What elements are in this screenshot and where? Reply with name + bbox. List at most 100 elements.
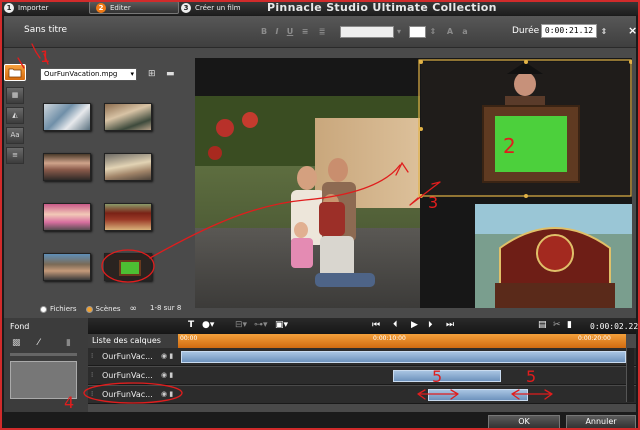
preview-image xyxy=(195,58,632,308)
text-tool-label: Aa xyxy=(10,131,20,139)
tab-label: Importer xyxy=(18,3,49,12)
shapes-menu-icon[interactable]: ●▾ xyxy=(202,320,214,330)
video-tool-button[interactable]: ▦ xyxy=(6,87,24,104)
arrange-menu-icon[interactable]: ⊶▾ xyxy=(254,320,268,330)
radio-fichiers[interactable] xyxy=(40,305,47,313)
scene-thumbnail[interactable] xyxy=(104,103,152,131)
folder-icon[interactable]: ▬ xyxy=(166,70,177,79)
scene-thumbnail[interactable] xyxy=(43,203,91,231)
tab-number: 2 xyxy=(96,2,106,13)
shapes-icon: ◭ xyxy=(12,111,18,119)
layer-menu-icon[interactable]: ▣▾ xyxy=(275,320,288,330)
underline-button[interactable]: U xyxy=(285,27,295,37)
file-select-value: OurFunVacation.mpg xyxy=(44,70,118,78)
radio-scenes-label: Scènes xyxy=(95,305,121,313)
text-tool-button[interactable]: Aa xyxy=(6,127,24,144)
step-forward-icon[interactable]: ⏵ xyxy=(428,320,433,330)
paste-icon[interactable]: ▤ xyxy=(538,320,547,330)
track-clip[interactable] xyxy=(393,370,501,382)
track-clip[interactable] xyxy=(181,351,626,363)
track-label: OurFunVac... xyxy=(102,371,153,380)
go-to-start-icon[interactable]: ⏮ xyxy=(372,320,380,330)
visibility-lock-icon[interactable]: ◉ ▮ xyxy=(161,352,173,360)
subtitle-tool-button[interactable]: ≡ xyxy=(6,147,24,164)
fond-slider[interactable] xyxy=(10,353,77,356)
video-preview[interactable] xyxy=(195,58,632,308)
fond-color-preview[interactable] xyxy=(10,361,77,399)
close-icon[interactable]: × xyxy=(628,24,637,37)
duration-input[interactable]: 0:00:21.12 xyxy=(541,24,597,38)
track-row[interactable]: ⁞ OurFunVac... ◉ ▮ xyxy=(88,386,636,404)
ruler-tick-label: 0:00:10:00 xyxy=(373,335,406,342)
green-screen-board xyxy=(119,260,141,276)
tab-label: Créer un film xyxy=(195,3,241,12)
timecode: 0:00:02.22 xyxy=(590,322,639,331)
scene-thumbnail[interactable] xyxy=(104,153,152,181)
view-options: Fichiers Scènes ∞ xyxy=(40,304,137,314)
text-tool-icon[interactable]: T xyxy=(188,320,194,330)
shapes-tool-button[interactable]: ◭ xyxy=(6,107,24,124)
bold-button[interactable]: B xyxy=(259,27,269,37)
radio-scenes[interactable] xyxy=(85,305,93,313)
track-row[interactable]: ⁞ OurFunVac... ◉ ▮ xyxy=(88,367,636,385)
tab-editer[interactable]: 2 Editer xyxy=(89,1,179,14)
visibility-lock-icon[interactable]: ◉ ▮ xyxy=(161,371,173,379)
step-back-icon[interactable]: ⏴ xyxy=(393,320,398,330)
video-icon: ▦ xyxy=(11,91,19,99)
layers-list-title: Liste des calques xyxy=(88,334,178,348)
font-select[interactable] xyxy=(340,26,394,38)
visibility-lock-icon[interactable]: ◉ ▮ xyxy=(161,390,173,398)
scene-thumbnail[interactable] xyxy=(104,203,152,231)
new-folder-icon[interactable]: ⊞ xyxy=(148,70,159,79)
timeline-ruler[interactable]: 00:00 0:00:10:00 0:00:20:00 xyxy=(178,334,626,348)
eyedropper-icon[interactable]: ⁄ xyxy=(38,338,40,348)
glasses-icon[interactable]: ∞ xyxy=(130,304,138,314)
drag-handle-icon[interactable]: ⁞ xyxy=(91,390,93,398)
stepper-icon[interactable]: ⇕ xyxy=(428,27,438,37)
title-toolbar: Sans titre B I U ≡ ≣ ▾ ⇕ A a Durée : 0:0… xyxy=(4,16,637,48)
track-label: OurFunVac... xyxy=(102,352,153,361)
cut-icon[interactable]: ✂ xyxy=(553,320,561,330)
font-size-input[interactable] xyxy=(409,26,426,38)
ok-button[interactable]: OK xyxy=(488,415,560,429)
align-menu-icon[interactable]: ⊟▾ xyxy=(235,320,247,330)
document-title[interactable]: Sans titre xyxy=(24,25,67,35)
align-left-icon[interactable]: ≡ xyxy=(300,27,310,37)
scene-thumbnail[interactable] xyxy=(43,103,91,131)
play-icon[interactable]: ▶ xyxy=(411,320,418,330)
file-select[interactable]: OurFunVacation.mpg ▾ xyxy=(40,68,137,81)
font-grow-icon[interactable]: A xyxy=(445,27,455,37)
scene-thumbnail[interactable] xyxy=(43,253,91,281)
font-shrink-icon[interactable]: a xyxy=(460,27,470,37)
italic-button[interactable]: I xyxy=(272,27,282,37)
track-clip[interactable] xyxy=(428,389,528,401)
tab-importer[interactable]: 1 Importer xyxy=(4,1,64,14)
scene-thumbnail-selected[interactable] xyxy=(104,253,152,281)
duration-stepper-icon[interactable]: ⇕ xyxy=(599,27,609,37)
trash-icon[interactable]: ▮ xyxy=(567,320,572,330)
folder-icon xyxy=(8,68,22,78)
cancel-button[interactable]: Annuler xyxy=(566,415,636,429)
list-icon[interactable]: ≣ xyxy=(317,27,327,37)
trash-icon[interactable]: ▮ xyxy=(66,338,71,348)
subtitle-icon: ≡ xyxy=(12,151,18,159)
drag-handle-icon[interactable]: ⁞ xyxy=(91,371,93,379)
track-row[interactable]: ⁞ OurFunVac... ◉ ▮ xyxy=(88,348,636,366)
drag-handle-icon[interactable]: ⁞ xyxy=(91,352,93,360)
timeline-scrollbar[interactable] xyxy=(626,348,634,402)
tab-creer-un-film[interactable]: 3 Créer un film xyxy=(181,1,256,14)
top-tab-bar: 1 Importer 2 Editer 3 Créer un film Pinn… xyxy=(0,0,640,15)
ruler-tick-label: 00:00 xyxy=(180,335,198,342)
chevron-down-icon[interactable]: ▾ xyxy=(394,27,404,37)
item-count: 1-8 sur 8 xyxy=(150,304,182,312)
chevron-down-icon: ▾ xyxy=(130,70,134,78)
scene-thumbnail[interactable] xyxy=(43,153,91,181)
library-tool-button[interactable] xyxy=(4,64,26,81)
tab-number: 3 xyxy=(181,2,191,13)
checker-icon[interactable]: ▩ xyxy=(12,338,21,348)
track-label: OurFunVac... xyxy=(102,390,153,399)
radio-fichiers-label: Fichiers xyxy=(50,305,77,313)
go-to-end-icon[interactable]: ⏭ xyxy=(446,320,454,330)
tab-label: Editer xyxy=(110,3,131,12)
ruler-tick-label: 0:00:20:00 xyxy=(578,335,611,342)
